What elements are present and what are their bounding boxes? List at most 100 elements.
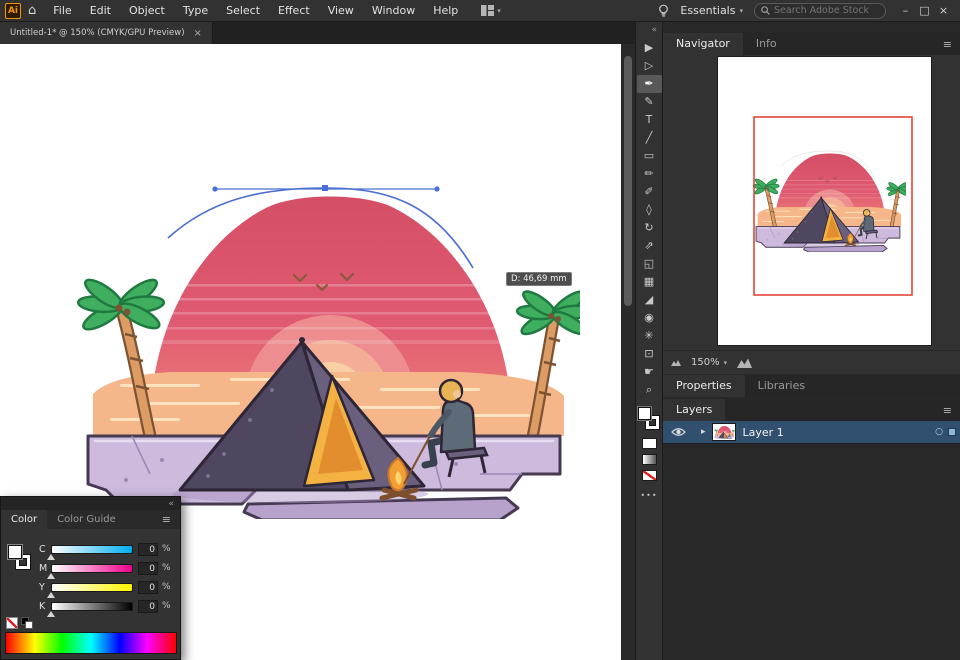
line-segment-tool[interactable]: ╱ bbox=[637, 129, 662, 147]
vertical-scrollbar[interactable] bbox=[621, 44, 635, 660]
menu-file[interactable]: File bbox=[44, 0, 80, 22]
menu-bar: Ai ⌂ File Edit Object Type Select Effect… bbox=[0, 0, 960, 22]
layer-row-selected[interactable]: ▸ Layer 1 ○ bbox=[663, 421, 960, 444]
menu-object[interactable]: Object bbox=[120, 0, 174, 22]
cyan-slider[interactable] bbox=[51, 545, 133, 554]
bezier-handle-left[interactable] bbox=[212, 186, 218, 192]
symbol-sprayer-tool[interactable]: ✳ bbox=[637, 327, 662, 345]
rotate-tool[interactable]: ↻ bbox=[637, 219, 662, 237]
collapse-toolbar-icon[interactable]: « bbox=[636, 22, 662, 39]
menu-view[interactable]: View bbox=[319, 0, 363, 22]
paintbrush-tool[interactable]: ✏ bbox=[637, 165, 662, 183]
maximize-button[interactable]: □ bbox=[916, 4, 933, 17]
panel-menu-icon[interactable]: ≡ bbox=[943, 38, 960, 51]
magenta-value-field[interactable]: 0 bbox=[138, 562, 158, 575]
camping-illustration[interactable] bbox=[78, 188, 592, 520]
arrange-documents-icon[interactable]: ▾ bbox=[481, 5, 501, 16]
edit-toolbar-icon[interactable]: ••• bbox=[640, 491, 657, 500]
blend-tool[interactable]: ◉ bbox=[637, 309, 662, 327]
search-input[interactable] bbox=[774, 5, 879, 16]
layer-target-icon[interactable]: ○ bbox=[935, 427, 943, 437]
hand-tool[interactable]: ☛ bbox=[637, 363, 662, 381]
menu-edit[interactable]: Edit bbox=[81, 0, 120, 22]
fill-swatch[interactable] bbox=[638, 407, 651, 420]
tab-properties[interactable]: Properties bbox=[663, 375, 745, 397]
menu-select[interactable]: Select bbox=[217, 0, 269, 22]
gradient-mode-chip[interactable] bbox=[641, 454, 657, 465]
discover-lightbulb-icon[interactable] bbox=[658, 4, 669, 18]
type-tool[interactable]: T bbox=[637, 111, 662, 129]
color-spectrum-bar[interactable] bbox=[5, 632, 177, 654]
home-icon[interactable]: ⌂ bbox=[28, 3, 36, 18]
fill-stroke-swatches[interactable] bbox=[637, 407, 661, 433]
eraser-tool[interactable]: ◊ bbox=[637, 201, 662, 219]
color-mode-chip[interactable] bbox=[641, 438, 657, 449]
expand-layer-icon[interactable]: ▸ bbox=[701, 427, 706, 437]
scale-tool[interactable]: ⇗ bbox=[637, 237, 662, 255]
artboard-tool[interactable]: ⊡ bbox=[637, 345, 662, 363]
cyan-value-field[interactable]: 0 bbox=[138, 543, 158, 556]
zoom-in-mountain-icon[interactable] bbox=[736, 357, 753, 369]
selection-tool[interactable]: ▶ bbox=[637, 39, 662, 57]
yellow-slider[interactable] bbox=[51, 583, 133, 592]
bezier-handle-right[interactable] bbox=[434, 186, 440, 192]
white-swatch[interactable] bbox=[25, 621, 33, 629]
scrollbar-thumb[interactable] bbox=[624, 56, 632, 306]
direct-selection-tool[interactable]: ▷ bbox=[637, 57, 662, 75]
menu-help[interactable]: Help bbox=[424, 0, 467, 22]
black-white-swatches[interactable] bbox=[21, 617, 34, 630]
gradient-tool[interactable]: ▦ bbox=[637, 273, 662, 291]
collapse-panel-icon[interactable]: « bbox=[168, 499, 174, 509]
menu-window[interactable]: Window bbox=[363, 0, 424, 22]
navigator-preview[interactable] bbox=[718, 57, 931, 345]
color-panel-tabs: Color Color Guide ≡ bbox=[1, 510, 180, 529]
zoom-tool[interactable]: ⌕ bbox=[637, 381, 662, 399]
minimize-button[interactable]: – bbox=[897, 4, 914, 17]
rectangle-tool[interactable]: ▭ bbox=[637, 147, 662, 165]
yellow-slider-thumb[interactable] bbox=[47, 592, 55, 598]
cyan-slider-thumb[interactable] bbox=[47, 554, 55, 560]
pencil-tool[interactable]: ✐ bbox=[637, 183, 662, 201]
layers-panel-menu-icon[interactable]: ≡ bbox=[943, 404, 960, 417]
workspace-label: Essentials bbox=[680, 4, 736, 17]
menu-type[interactable]: Type bbox=[174, 0, 217, 22]
tab-libraries[interactable]: Libraries bbox=[745, 375, 819, 397]
tab-color[interactable]: Color bbox=[1, 510, 48, 529]
magenta-slider[interactable] bbox=[51, 564, 133, 573]
eyedropper-tool[interactable]: ◢ bbox=[637, 291, 662, 309]
visibility-eye-icon[interactable] bbox=[671, 427, 686, 437]
yellow-value-field[interactable]: 0 bbox=[138, 581, 158, 594]
tab-color-guide[interactable]: Color Guide bbox=[47, 510, 126, 529]
layer-name[interactable]: Layer 1 bbox=[743, 426, 784, 439]
black-value-field[interactable]: 0 bbox=[138, 600, 158, 613]
menu-effect[interactable]: Effect bbox=[269, 0, 319, 22]
stock-search[interactable] bbox=[754, 2, 886, 19]
pen-tool[interactable]: ✒ bbox=[636, 75, 662, 93]
magenta-slider-thumb[interactable] bbox=[47, 573, 55, 579]
curvature-tool[interactable]: ✎ bbox=[637, 93, 662, 111]
tab-info[interactable]: Info bbox=[743, 33, 790, 55]
zoom-level-dropdown[interactable]: 150% ▾ bbox=[691, 357, 727, 368]
workspace-switcher[interactable]: Essentials ▾ bbox=[680, 4, 743, 17]
black-slider-thumb[interactable] bbox=[47, 611, 55, 617]
close-button[interactable]: × bbox=[935, 4, 952, 17]
anchor-point[interactable] bbox=[322, 185, 328, 191]
shape-builder-tool[interactable]: ◱ bbox=[637, 255, 662, 273]
none-mode-chip[interactable] bbox=[641, 470, 657, 481]
layer-thumbnail[interactable] bbox=[712, 424, 735, 440]
layers-tab-bar: Layers ≡ bbox=[663, 399, 960, 421]
zoom-out-mountain-icon[interactable] bbox=[670, 358, 682, 367]
none-color-swatch[interactable] bbox=[6, 617, 18, 629]
layer-selection-indicator[interactable] bbox=[948, 428, 956, 436]
tab-navigator[interactable]: Navigator bbox=[663, 33, 743, 55]
layers-empty-area bbox=[663, 444, 960, 660]
color-panel-header: « bbox=[1, 497, 180, 510]
black-slider-row: K 0 % bbox=[1, 600, 182, 617]
black-slider[interactable] bbox=[51, 602, 133, 611]
fill-swatch[interactable] bbox=[8, 545, 22, 559]
close-tab-icon[interactable]: × bbox=[194, 28, 202, 39]
document-tab[interactable]: Untitled-1* @ 150% (CMYK/GPU Preview) × bbox=[0, 22, 213, 44]
cyan-slider-row: C 0 % bbox=[1, 543, 182, 560]
color-panel-menu-icon[interactable]: ≡ bbox=[162, 513, 180, 526]
tab-layers[interactable]: Layers bbox=[663, 399, 726, 421]
